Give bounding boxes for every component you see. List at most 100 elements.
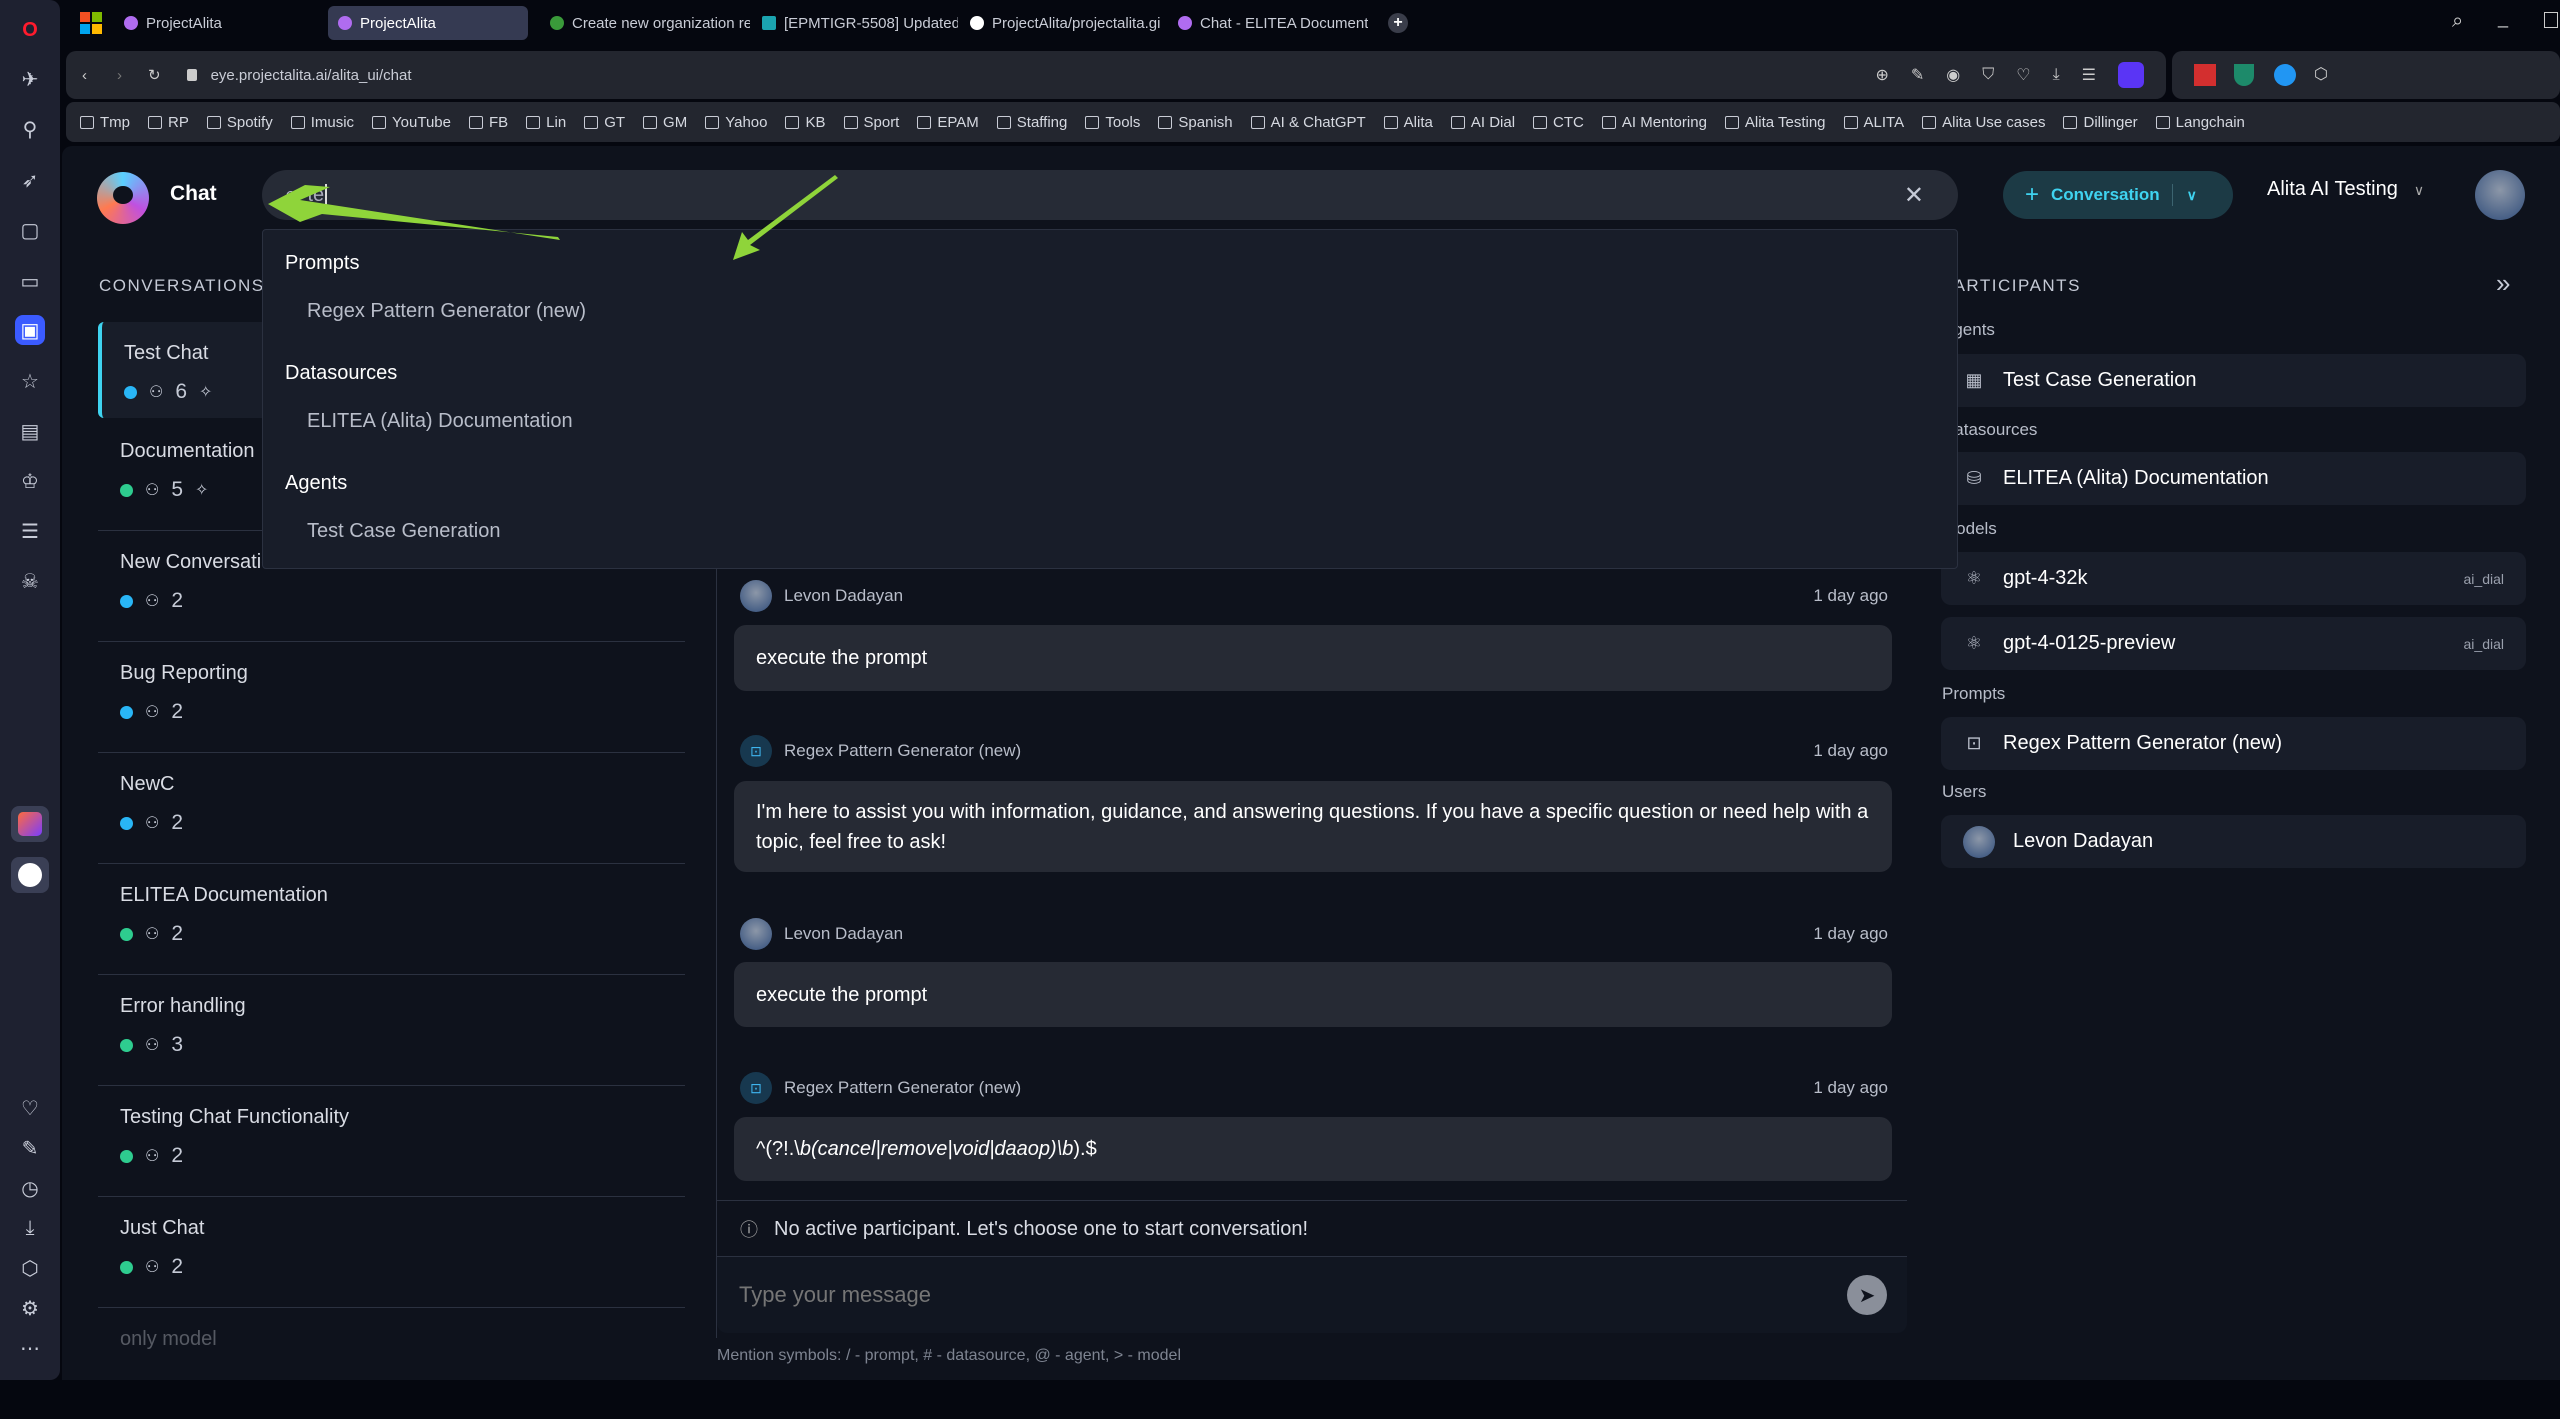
minimize-button[interactable]: _	[2498, 8, 2508, 29]
pin-icon[interactable]: ✧	[199, 382, 212, 402]
bike-icon[interactable]: ⚲	[15, 114, 45, 144]
app-launcher-icon[interactable]	[11, 806, 49, 842]
user-avatar[interactable]	[2475, 170, 2525, 220]
chevron-down-icon[interactable]: ∨	[2187, 187, 2197, 204]
download-icon[interactable]: ⤓	[2053, 66, 2060, 84]
tab[interactable]: ProjectAlita/projectalita.gi	[960, 6, 1166, 40]
settings-icon[interactable]: ⚙	[15, 1293, 45, 1323]
tab-active[interactable]: ProjectAlita	[328, 6, 528, 40]
shield-icon[interactable]: ⛉	[1982, 66, 1994, 84]
conversation-item[interactable]: Just Chat ⚇ 2	[98, 1197, 685, 1308]
bookmark[interactable]: Dillinger	[2063, 114, 2138, 131]
bookmark[interactable]: AI & ChatGPT	[1250, 114, 1366, 131]
rocket-icon[interactable]: ➶	[15, 165, 45, 195]
bookmark[interactable]: GT	[584, 114, 625, 131]
bookmark[interactable]: Alita Testing	[1724, 114, 1826, 131]
participant-model[interactable]: ⚛ gpt-4-32k ai_dial	[1941, 552, 2526, 605]
tab[interactable]: Chat - ELITEA Documentat	[1168, 6, 1368, 40]
bookmark[interactable]: ALITA	[1843, 114, 1904, 131]
bookmark[interactable]: YouTube	[372, 114, 451, 131]
bookmark[interactable]: KB	[785, 114, 826, 131]
result-item[interactable]: Regex Pattern Generator (new)	[307, 300, 586, 323]
restore-button[interactable]	[2544, 12, 2558, 28]
tab[interactable]: [EPMTIGR-5508] Updated:	[752, 6, 958, 40]
bookmark[interactable]: Lin	[526, 114, 566, 131]
bookmark[interactable]: Langchain	[2155, 114, 2245, 131]
bookmark[interactable]: FB	[469, 114, 508, 131]
conversation-item[interactable]: only model	[98, 1308, 685, 1419]
star-icon[interactable]: ☆	[15, 366, 45, 396]
tab[interactable]: ProjectAlita	[114, 6, 314, 40]
bookmark[interactable]: Tmp	[80, 114, 130, 131]
bookmark[interactable]: Yahoo	[705, 114, 767, 131]
shield-extension-icon[interactable]	[2234, 64, 2254, 86]
forward-button[interactable]: ›	[117, 67, 122, 84]
send-button[interactable]: ➤	[1847, 1275, 1887, 1315]
bookmark[interactable]: Imusic	[290, 114, 354, 131]
pin-icon[interactable]: ✧	[195, 480, 208, 500]
downloads-icon[interactable]: ⤓	[15, 1213, 45, 1243]
zoom-icon[interactable]: ⊕	[1875, 65, 1888, 85]
spotify-icon[interactable]	[11, 857, 49, 893]
lastpass-extension-icon[interactable]	[2194, 64, 2216, 86]
bookmark[interactable]: Alita	[1383, 114, 1433, 131]
bookmark[interactable]: GM	[643, 114, 687, 131]
participant-model[interactable]: ⚛ gpt-4-0125-preview ai_dial	[1941, 617, 2526, 670]
notes-icon[interactable]: ▤	[15, 416, 45, 446]
book-icon[interactable]: ▭	[15, 266, 45, 296]
bookmark[interactable]: Staffing	[996, 114, 1067, 131]
opera-logo-icon[interactable]: O	[15, 15, 45, 45]
new-tab-button[interactable]: +	[1388, 13, 1408, 33]
bookmark[interactable]: EPAM	[917, 114, 979, 131]
message-field[interactable]	[739, 1282, 1739, 1308]
reload-button[interactable]: ↻	[148, 66, 161, 84]
b-extension-icon[interactable]	[2274, 64, 2296, 86]
participant-datasource[interactable]: ⛁ ELITEA (Alita) Documentation	[1941, 452, 2526, 505]
participant-agent[interactable]: ▦ Test Case Generation	[1941, 354, 2526, 407]
tab-search-icon[interactable]: ⌕	[2452, 10, 2463, 33]
conversation-item[interactable]: NewC ⚇ 2	[98, 753, 685, 864]
briefcase-icon[interactable]: ▣	[15, 315, 45, 345]
pin-board-icon[interactable]: ✎	[15, 1133, 45, 1163]
conversation-item[interactable]: Testing Chat Functionality ⚇ 2	[98, 1086, 685, 1197]
collapse-panel-icon[interactable]: »	[2496, 268, 2510, 299]
bookmark[interactable]: Alita Use cases	[1922, 114, 2045, 131]
bookmark[interactable]: Spotify	[206, 114, 273, 131]
crown-icon[interactable]: ♔	[15, 466, 45, 496]
new-conversation-button[interactable]: + Conversation ∨	[2003, 171, 2233, 219]
snapshot-icon[interactable]: ◉	[1946, 65, 1960, 85]
conversation-item[interactable]: ELITEA Documentation ⚇ 2	[98, 864, 685, 975]
easy-setup-icon[interactable]: ☰	[2082, 65, 2096, 85]
heart-icon[interactable]: ♡	[2016, 65, 2030, 85]
bookmark[interactable]: Sport	[843, 114, 899, 131]
bookmark[interactable]: AI Mentoring	[1601, 114, 1707, 131]
history-icon[interactable]: ◷	[15, 1173, 45, 1203]
result-item[interactable]: ELITEA (Alita) Documentation	[307, 410, 573, 433]
url-field[interactable]: eye.projectalita.ai/alita_ui/chat	[211, 67, 412, 84]
bag-icon[interactable]: ▢	[15, 215, 45, 245]
message-input[interactable]: ➤	[717, 1256, 1907, 1333]
result-item[interactable]: Test Case Generation	[307, 520, 500, 543]
skull-icon[interactable]: ☠	[15, 566, 45, 596]
clear-search-icon[interactable]: ✕	[1904, 181, 1924, 210]
bookmark[interactable]: CTC	[1533, 114, 1584, 131]
participant-prompt[interactable]: ⊡ Regex Pattern Generator (new)	[1941, 717, 2526, 770]
extensions-icon[interactable]: ⬡	[15, 1253, 45, 1283]
cube-extension-icon[interactable]: ⬡	[2314, 64, 2328, 84]
bookmark[interactable]: Tools	[1085, 114, 1140, 131]
profile-icon[interactable]	[2118, 62, 2144, 88]
bookmark[interactable]: AI Dial	[1450, 114, 1515, 131]
more-icon[interactable]: ⋯	[15, 1333, 45, 1363]
back-button[interactable]: ‹	[82, 67, 87, 84]
conversation-item[interactable]: Error handling ⚇ 3	[98, 975, 685, 1086]
conversation-item[interactable]: Bug Reporting ⚇ 2	[98, 642, 685, 753]
participant-user[interactable]: Levon Dadayan	[1941, 815, 2526, 868]
tab[interactable]: Create new organization re	[540, 6, 750, 40]
list-icon[interactable]: ☰	[15, 516, 45, 546]
project-selector[interactable]: Alita AI Testing ∨	[2267, 178, 2424, 202]
elitea-logo[interactable]	[97, 172, 149, 224]
search-input[interactable]: ⌕ te ✕	[262, 170, 1958, 220]
flights-icon[interactable]: ✈	[15, 64, 45, 94]
bookmark[interactable]: Spanish	[1158, 114, 1233, 131]
heart-icon[interactable]: ♡	[15, 1093, 45, 1123]
